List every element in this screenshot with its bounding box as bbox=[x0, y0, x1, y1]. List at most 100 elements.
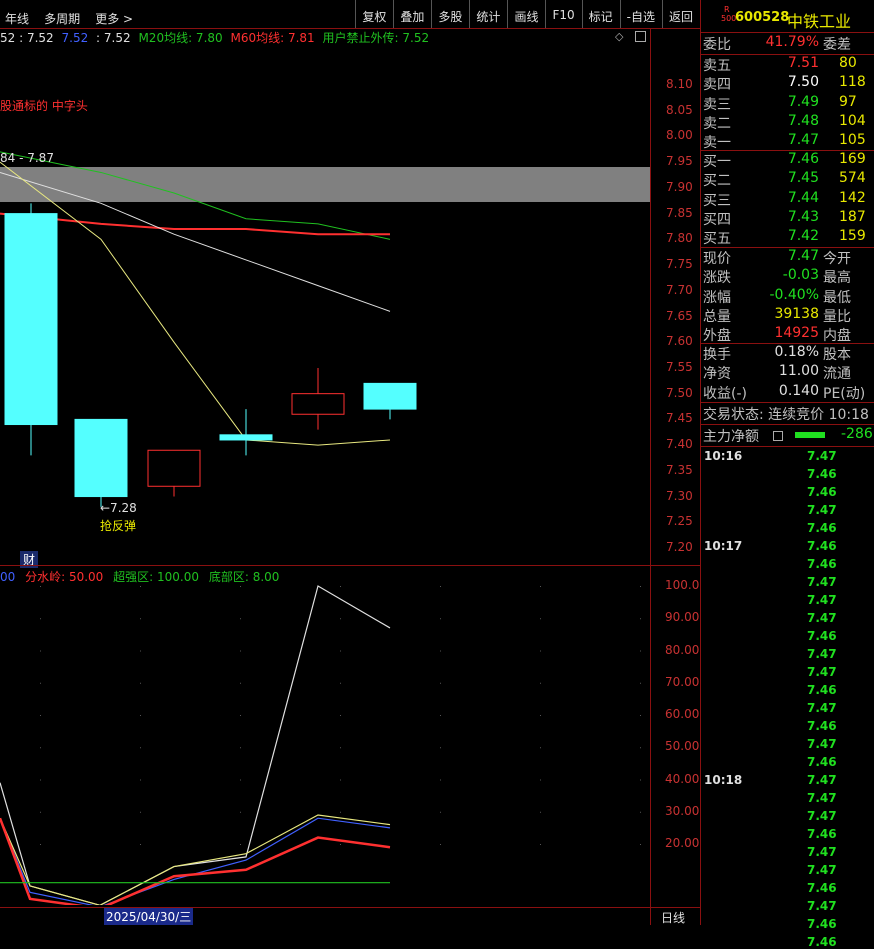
grid-dot bbox=[140, 779, 141, 781]
stat-row[interactable]: 涨跌 -0.03 最高 bbox=[701, 267, 874, 286]
grid-dot bbox=[240, 811, 241, 813]
mark-button[interactable]: 标记 bbox=[581, 0, 620, 28]
grid-dot bbox=[240, 586, 241, 587]
candle-body bbox=[291, 393, 345, 415]
grid-dot bbox=[540, 682, 541, 684]
grid-dot bbox=[40, 586, 41, 587]
oscillator-line bbox=[0, 817, 391, 905]
quote-panel: R 500 600528 中铁工业 委比 41.79% 委差 卖五 7.51 80 卖… bbox=[700, 0, 874, 949]
grid-dot bbox=[40, 715, 41, 716]
oscillator-line bbox=[0, 814, 391, 905]
grid-dot bbox=[240, 747, 241, 749]
grid-dot bbox=[340, 715, 341, 716]
stat-row[interactable]: 现价 7.47 今开 bbox=[701, 248, 874, 267]
draw-line-button[interactable]: 画线 bbox=[507, 0, 545, 28]
osc-tick-label: 50.00 bbox=[665, 739, 700, 754]
oscillator-legend: 00 分水岭: 50.00 超强区: 100.00 底部区: 8.00 bbox=[0, 568, 285, 585]
ask-row[interactable]: 卖二 7.48 104 bbox=[701, 113, 874, 132]
osc-tick-label: 80.00 bbox=[665, 642, 700, 657]
oscillator-chart[interactable] bbox=[0, 585, 650, 905]
multi-stock-button[interactable]: 多股 bbox=[431, 0, 469, 28]
grid-dot bbox=[40, 844, 41, 845]
grid-dot bbox=[440, 650, 441, 652]
bid-row[interactable]: 买五 7.42 159 bbox=[701, 228, 874, 247]
bid-row[interactable]: 买一 7.46 169 bbox=[701, 151, 874, 170]
osc-legend-super-zone: 超强区: 100.00 bbox=[113, 570, 200, 584]
price-tick-label: 8.05 bbox=[666, 102, 693, 117]
back-button[interactable]: 返回 bbox=[661, 0, 700, 28]
legend-close: 52 : 7.52 bbox=[0, 31, 54, 45]
stat-row[interactable]: 外盘 14925 内盘 bbox=[701, 325, 874, 344]
grid-dot bbox=[140, 715, 141, 716]
osc-legend-watershed: 分水岭: 50.00 bbox=[25, 570, 104, 584]
chart-toolbar: 年线 多周期 更多 > 复权 叠加 多股 统计 画线 F10 标记 -自选 返回 bbox=[0, 0, 700, 29]
fuquan-button[interactable]: 复权 bbox=[355, 0, 393, 28]
candle-body bbox=[219, 434, 273, 441]
tick-price: 7.47 bbox=[807, 449, 837, 463]
grid-dot bbox=[440, 715, 441, 716]
grid-dot bbox=[540, 747, 541, 749]
price-tick-label: 7.95 bbox=[666, 154, 693, 169]
tick-price: 7.46 bbox=[807, 719, 837, 733]
ask-row[interactable]: 卖一 7.47 105 bbox=[701, 132, 874, 151]
tick-price: 7.47 bbox=[807, 737, 837, 751]
grid-dot bbox=[640, 586, 641, 587]
toolbar-right: 复权 叠加 多股 统计 画线 F10 标记 -自选 返回 bbox=[355, 0, 700, 28]
stat2-row[interactable]: 换手 0.18% 股本 bbox=[701, 344, 874, 363]
price-tick-label: 7.65 bbox=[666, 308, 693, 323]
period-label[interactable]: 日线 bbox=[661, 909, 685, 926]
grid-dot bbox=[340, 747, 341, 749]
tick-price: 7.47 bbox=[807, 611, 837, 625]
remove-watchlist-button[interactable]: -自选 bbox=[619, 0, 662, 28]
grid-dot bbox=[540, 715, 541, 716]
ask-row[interactable]: 卖五 7.51 80 bbox=[701, 55, 874, 74]
grid-dot bbox=[140, 586, 141, 587]
tick-price: 7.46 bbox=[807, 485, 837, 499]
stat-row[interactable]: 总量 39138 量比 bbox=[701, 306, 874, 325]
tick-price: 7.46 bbox=[807, 557, 837, 571]
stat2-row[interactable]: 净资 11.00 流通 bbox=[701, 363, 874, 382]
tick-price: 7.46 bbox=[807, 467, 837, 481]
osc-tick-label: 100.0 bbox=[665, 578, 700, 592]
multi-period-button[interactable]: 多周期 bbox=[44, 12, 80, 26]
candle-body bbox=[4, 213, 58, 426]
ask-row[interactable]: 卖三 7.49 97 bbox=[701, 94, 874, 113]
ask-row[interactable]: 卖四 7.50 118 bbox=[701, 74, 874, 93]
stat2-row[interactable]: 收益(-) 0.140 PE(动) bbox=[701, 383, 874, 402]
bid-row[interactable]: 买三 7.44 142 bbox=[701, 190, 874, 209]
price-tick-label: 7.80 bbox=[666, 231, 693, 246]
grid-dot bbox=[640, 618, 641, 620]
tick-price: 7.46 bbox=[807, 539, 837, 553]
price-tick-label: 7.90 bbox=[666, 179, 693, 194]
osc-tick-label: 40.00 bbox=[665, 771, 700, 786]
tick-price: 7.47 bbox=[807, 503, 837, 517]
tick-price: 7.47 bbox=[807, 773, 837, 787]
tick-price: 7.46 bbox=[807, 755, 837, 769]
year-line-button[interactable]: 年线 bbox=[5, 12, 29, 26]
rebound-label: 抢反弹 bbox=[100, 519, 137, 533]
bid-row[interactable]: 买四 7.43 187 bbox=[701, 209, 874, 228]
window-icon[interactable] bbox=[635, 31, 646, 42]
tick-time: 10:17 bbox=[704, 539, 743, 553]
stat-row[interactable]: 涨幅 -0.40% 最低 bbox=[701, 287, 874, 306]
grid-dot bbox=[640, 844, 641, 845]
overlay-button[interactable]: 叠加 bbox=[393, 0, 431, 28]
tick-price: 7.47 bbox=[807, 845, 837, 859]
diamond-icon[interactable]: ◇ bbox=[615, 30, 623, 43]
osc-tick-label: 30.00 bbox=[665, 803, 700, 818]
grid-dot bbox=[240, 779, 241, 781]
more-button[interactable]: 更多 > bbox=[95, 12, 133, 26]
list-icon[interactable] bbox=[773, 431, 783, 441]
axis-divider bbox=[650, 28, 651, 925]
legend-ma1-value: : 7.52 bbox=[96, 31, 131, 45]
statistics-button[interactable]: 统计 bbox=[469, 0, 507, 28]
candlestick-chart[interactable] bbox=[0, 44, 650, 560]
tick-time: 10:16 bbox=[704, 449, 743, 463]
bid-row[interactable]: 买二 7.45 574 bbox=[701, 170, 874, 189]
price-tick-label: 8.00 bbox=[666, 128, 693, 143]
price-tick-label: 7.55 bbox=[666, 359, 693, 374]
candle-body bbox=[74, 418, 128, 498]
f10-button[interactable]: F10 bbox=[545, 0, 581, 28]
grid-dot bbox=[440, 747, 441, 749]
price-tick-label: 7.45 bbox=[666, 411, 693, 426]
